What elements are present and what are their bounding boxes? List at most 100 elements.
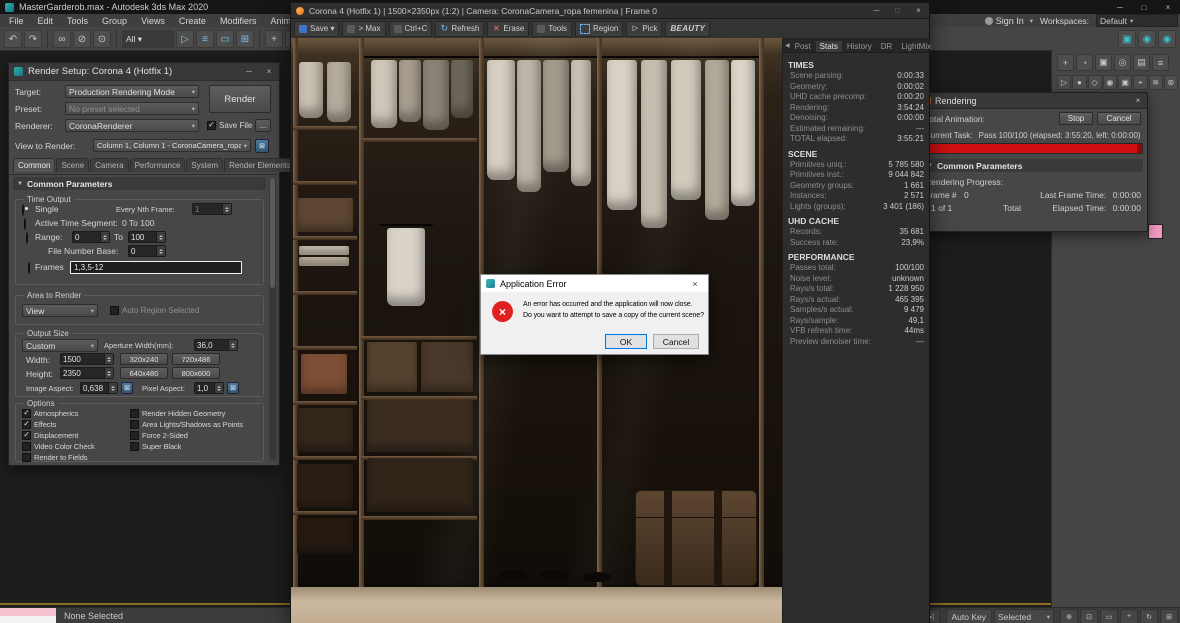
menu-item[interactable]: Views: [134, 16, 172, 26]
selection-filter-dropdown[interactable]: All ▾: [122, 30, 174, 48]
spinner-arrows[interactable]: [104, 354, 113, 364]
display-tab-icon[interactable]: ▤: [1133, 54, 1150, 71]
unlink-selection-icon[interactable]: ⊘: [73, 30, 91, 48]
save-file-browse-button[interactable]: ...: [255, 119, 271, 132]
menu-item[interactable]: Edit: [31, 16, 61, 26]
motion-tab-icon[interactable]: ◎: [1114, 54, 1131, 71]
rectangular-selection-region-icon[interactable]: ▭: [216, 30, 234, 48]
create-tab-icon[interactable]: +: [1057, 54, 1074, 71]
option-checkbox[interactable]: ✓ Video Color Check: [22, 441, 126, 451]
preset-dropdown[interactable]: No preset selected ▾: [65, 102, 199, 115]
render-setup-tab[interactable]: Performance: [130, 158, 186, 172]
workspaces-dropdown[interactable]: Default ▾: [1096, 14, 1178, 27]
spinner-arrows[interactable]: [156, 232, 165, 242]
spinner-arrows[interactable]: [228, 340, 237, 350]
separator[interactable]: [116, 30, 117, 48]
send-to-max-button[interactable]: > Max: [342, 21, 385, 37]
vfb-panel-tab[interactable]: Post: [791, 41, 815, 52]
renderer-dropdown[interactable]: CoronaRenderer ▾: [65, 119, 199, 132]
preset-720x486-button[interactable]: 720x486: [172, 353, 220, 365]
select-by-name-icon[interactable]: ≡: [196, 30, 214, 48]
select-icon[interactable]: ▷: [1057, 75, 1071, 90]
modify-tab-icon[interactable]: ◔: [1076, 54, 1093, 71]
cancel-button[interactable]: Cancel: [653, 334, 699, 349]
close-button[interactable]: ×: [1129, 93, 1147, 108]
vfb-titlebar[interactable]: Corona 4 (Hotfix 1) | 1500×2350px (1:2) …: [291, 3, 929, 19]
pixel-aspect-spinner[interactable]: 1,0: [194, 382, 224, 394]
preset-320x240-button[interactable]: 320x240: [120, 353, 168, 365]
target-dropdown[interactable]: Production Rendering Mode ▾: [65, 85, 199, 98]
vfb-panel-tab[interactable]: LightMix: [897, 41, 935, 52]
select-and-move-icon[interactable]: +: [265, 30, 283, 48]
redo-icon[interactable]: ↷: [24, 30, 42, 48]
render-setup-tab[interactable]: System: [186, 158, 223, 172]
spinner-arrows[interactable]: [222, 204, 231, 214]
common-parameters-rollout[interactable]: ▼ Common Parameters: [13, 177, 266, 190]
scrollbar-thumb[interactable]: [270, 178, 275, 288]
vfb-panel-tab[interactable]: DR: [877, 41, 897, 52]
separator[interactable]: [259, 30, 260, 48]
window-crossing-icon[interactable]: ⊞: [236, 30, 254, 48]
height-spinner[interactable]: 2350: [60, 367, 114, 379]
close-button[interactable]: ×: [908, 3, 929, 18]
pan-icon[interactable]: +: [1120, 609, 1138, 623]
render-setup-tab[interactable]: Render Elements: [224, 158, 296, 172]
option-checkbox[interactable]: ✓ Area Lights/Shadows as Points: [130, 419, 262, 429]
region-button[interactable]: Region: [575, 21, 623, 37]
spinner-arrows[interactable]: [108, 383, 117, 393]
nth-frame-spinner[interactable]: 1: [192, 203, 232, 215]
range-to-spinner[interactable]: 100: [128, 231, 166, 243]
cancel-button[interactable]: Cancel: [1097, 112, 1141, 125]
sign-in-dropdown[interactable]: Sign In ▾: [985, 16, 1033, 26]
spinner-arrows[interactable]: [100, 232, 109, 242]
separator[interactable]: [47, 30, 48, 48]
option-checkbox[interactable]: ✓ Force 2-Sided: [130, 430, 262, 440]
zoom-icon[interactable]: ⊕: [1060, 609, 1078, 623]
select-object-icon[interactable]: ▷: [176, 30, 194, 48]
maxscript-mini-listener[interactable]: [0, 608, 56, 623]
image-aspect-lock-button[interactable]: ⊠: [121, 382, 133, 394]
option-checkbox[interactable]: ✓ Effects: [22, 419, 126, 429]
select-and-link-icon[interactable]: ∞: [53, 30, 71, 48]
undo-icon[interactable]: ↶: [4, 30, 22, 48]
hierarchy-tab-icon[interactable]: ▣: [1095, 54, 1112, 71]
render-setup-tab[interactable]: Common: [13, 158, 55, 172]
copy-button[interactable]: Ctrl+C: [389, 21, 433, 37]
render-setup-titlebar[interactable]: Render Setup: Corona 4 (Hotfix 1) ─ ×: [9, 63, 279, 81]
view-to-render-dropdown[interactable]: Column 1, Column 1 - CoronaCamera_ropa f…: [93, 139, 251, 152]
frames-radio[interactable]: [28, 262, 30, 274]
file-number-base-spinner[interactable]: 0: [128, 245, 166, 257]
pixel-aspect-lock-button[interactable]: ⊠: [227, 382, 239, 394]
collapse-panel-icon[interactable]: ◀: [785, 38, 790, 52]
minimize-button[interactable]: ─: [1108, 0, 1132, 14]
common-parameters-rollout[interactable]: ▼ Common Parameters: [923, 159, 1143, 172]
auto-key-button[interactable]: Auto Key: [946, 609, 993, 623]
render-button[interactable]: Render: [209, 85, 271, 113]
error-dialog-titlebar[interactable]: Application Error ×: [481, 275, 708, 292]
zoom-region-icon[interactable]: ▭: [1100, 609, 1118, 623]
utilities-tab-icon[interactable]: ≡: [1152, 54, 1169, 71]
maximize-button[interactable]: □: [887, 3, 908, 18]
save-file-checkbox[interactable]: ✓ Save File: [207, 121, 252, 130]
pick-button[interactable]: ▷ Pick: [626, 21, 662, 37]
zoom-extents-icon[interactable]: ⊡: [1080, 609, 1098, 623]
render-production-icon[interactable]: ◉: [1158, 30, 1176, 48]
cameras-icon[interactable]: ▣: [1118, 75, 1132, 90]
close-button[interactable]: ×: [682, 275, 708, 292]
preset-800x600-button[interactable]: 800x600: [172, 367, 220, 379]
space-warps-icon[interactable]: ≋: [1149, 75, 1163, 90]
output-size-dropdown[interactable]: Custom ▾: [22, 339, 98, 352]
spinner-arrows[interactable]: [104, 368, 113, 378]
erase-button[interactable]: × Erase: [487, 21, 529, 37]
single-radio[interactable]: [22, 204, 24, 216]
object-color-swatch[interactable]: [1148, 224, 1163, 239]
viewport-lock-button[interactable]: ⊠: [255, 139, 269, 153]
image-aspect-spinner[interactable]: 0,638: [80, 382, 118, 394]
beauty-element-dropdown[interactable]: BEAUTY: [665, 21, 710, 37]
auto-region-checkbox[interactable]: ✓ Auto Region Selected: [110, 306, 199, 315]
area-to-render-dropdown[interactable]: View ▾: [22, 304, 98, 317]
save-button[interactable]: Save ▾: [294, 21, 339, 37]
menu-item[interactable]: File: [2, 16, 31, 26]
close-button[interactable]: ×: [1156, 0, 1180, 14]
preset-640x480-button[interactable]: 640x480: [120, 367, 168, 379]
